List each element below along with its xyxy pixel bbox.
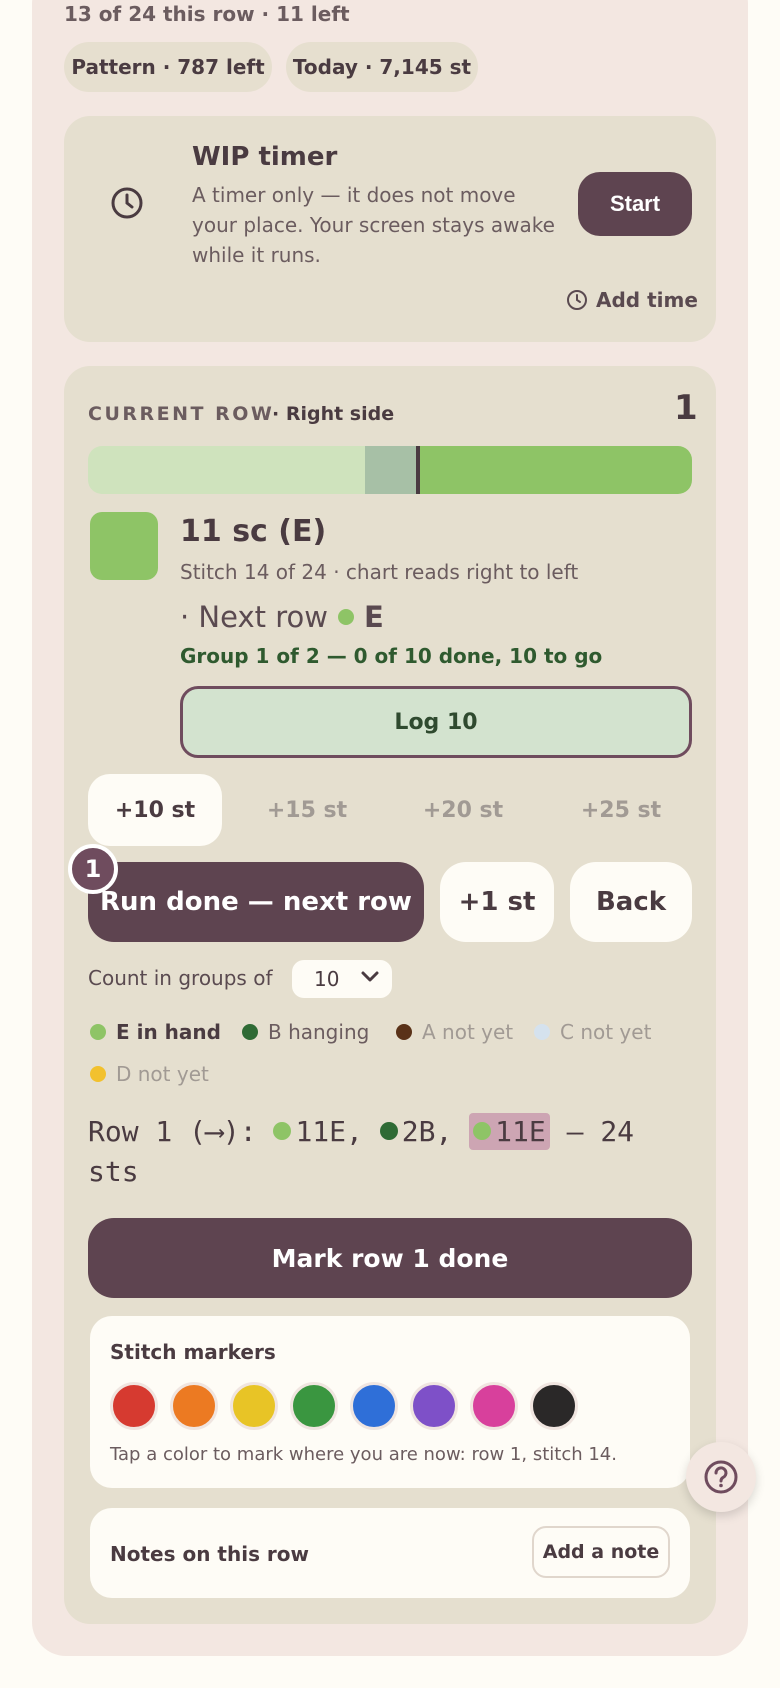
clock-icon [111,187,143,219]
add-note-button[interactable]: Add a note [532,1526,670,1578]
row-progress-bar [88,446,692,494]
group-size-select[interactable]: 10 [292,960,392,998]
back-button[interactable]: Back [570,862,692,942]
progress-segment-2 [364,446,419,494]
legend-item-e: E in hand [90,1020,221,1044]
clock-small-icon [567,290,587,310]
legend-dot-a [396,1024,412,1040]
row-line-prefix: Row 1 (⟶): [88,1115,274,1148]
marker-purple[interactable] [410,1382,458,1430]
row-progress-text: 13 of 24 this row · 11 left [64,2,350,26]
row-part-3-text: 11E [495,1115,546,1148]
stitch-name: 11 sc (E) [180,514,327,549]
stitch-markers-help: Tap a color to mark where you are now: r… [110,1444,617,1465]
row-part-1-dot [273,1122,292,1140]
legend-label-a: A not yet [422,1020,514,1044]
chevron-down-icon [361,971,379,982]
yarn-color-swatch [90,512,158,580]
marker-green[interactable] [290,1382,338,1430]
timer-description: A timer only — it does not move your pla… [192,183,555,267]
run-done-next-row-button[interactable]: Run done — next row [88,862,424,942]
timer-title: WIP timer [192,142,338,172]
legend-dot-b [242,1024,258,1040]
legend-dot-d [90,1066,106,1082]
add-time-label: Add time [596,288,698,312]
progress-position-marker [416,446,420,494]
current-row-label: CURRENT ROW [88,403,275,425]
legend-item-d: D not yet [90,1062,209,1086]
marker-pink[interactable] [470,1382,518,1430]
marker-orange[interactable] [170,1382,218,1430]
current-row-number: 1 [674,388,698,428]
row-part-2: 2B, [379,1115,453,1148]
legend-label-d: D not yet [116,1062,209,1086]
row-part-2-text: 2B, [401,1115,453,1148]
progress-segment-1 [88,446,365,494]
stitch-position: Stitch 14 of 24 · chart reads right to l… [180,560,579,584]
increment-25-button[interactable]: +25 st [554,774,688,846]
row-part-2-dot [379,1122,398,1140]
legend-label-c: C not yet [560,1020,652,1044]
increment-10-button[interactable]: +10 st [88,774,222,846]
legend-dot-c [534,1024,550,1040]
notes-title: Notes on this row [110,1542,310,1566]
legend-item-b: B hanging [242,1020,369,1044]
legend-label-e: E in hand [116,1020,221,1044]
question-icon [704,1460,738,1494]
row-part-1: 11E, [273,1115,363,1148]
next-row-indicator: · Next row E [180,600,384,634]
legend-dot-e [90,1024,106,1040]
legend-label-b: B hanging [268,1020,370,1044]
help-button[interactable] [686,1442,756,1512]
increment-15-button[interactable]: +15 st [240,774,374,846]
progress-segment-3 [418,446,692,494]
marker-red[interactable] [110,1382,158,1430]
pattern-left-chip: Pattern · 787 left [64,42,272,92]
group-size-value: 10 [314,967,340,991]
marker-black[interactable] [530,1382,578,1430]
increment-20-button[interactable]: +20 st [396,774,530,846]
legend-item-a: A not yet [396,1020,513,1044]
count-groups-label: Count in groups of [88,966,273,990]
stitch-markers-title: Stitch markers [110,1340,276,1364]
marker-yellow[interactable] [230,1382,278,1430]
legend-item-c: C not yet [534,1020,651,1044]
today-stitches-chip: Today · 7,145 st [286,42,478,92]
plus-one-stitch-button[interactable]: +1 st [440,862,554,942]
row-part-3-dot [473,1122,492,1140]
next-row-letter: E [363,600,384,634]
next-row-color-dot [337,609,354,625]
next-row-prefix: · Next row [180,600,328,634]
row-part-3-current: 11E [469,1113,550,1150]
mark-row-done-button[interactable]: Mark row 1 done [88,1218,692,1298]
marker-blue[interactable] [350,1382,398,1430]
row-instructions: Row 1 (⟶): 11E, 2B, 11E — 24 sts [88,1112,692,1192]
row-part-1-text: 11E, [295,1115,363,1148]
add-time-button[interactable]: Add time [566,288,698,312]
group-status: Group 1 of 2 — 0 of 10 done, 10 to go [180,644,603,668]
current-row-side: · Right side [272,403,395,425]
log-10-button[interactable]: Log 10 [180,686,692,758]
step-badge: 1 [68,844,118,894]
start-timer-button[interactable]: Start [578,172,692,236]
